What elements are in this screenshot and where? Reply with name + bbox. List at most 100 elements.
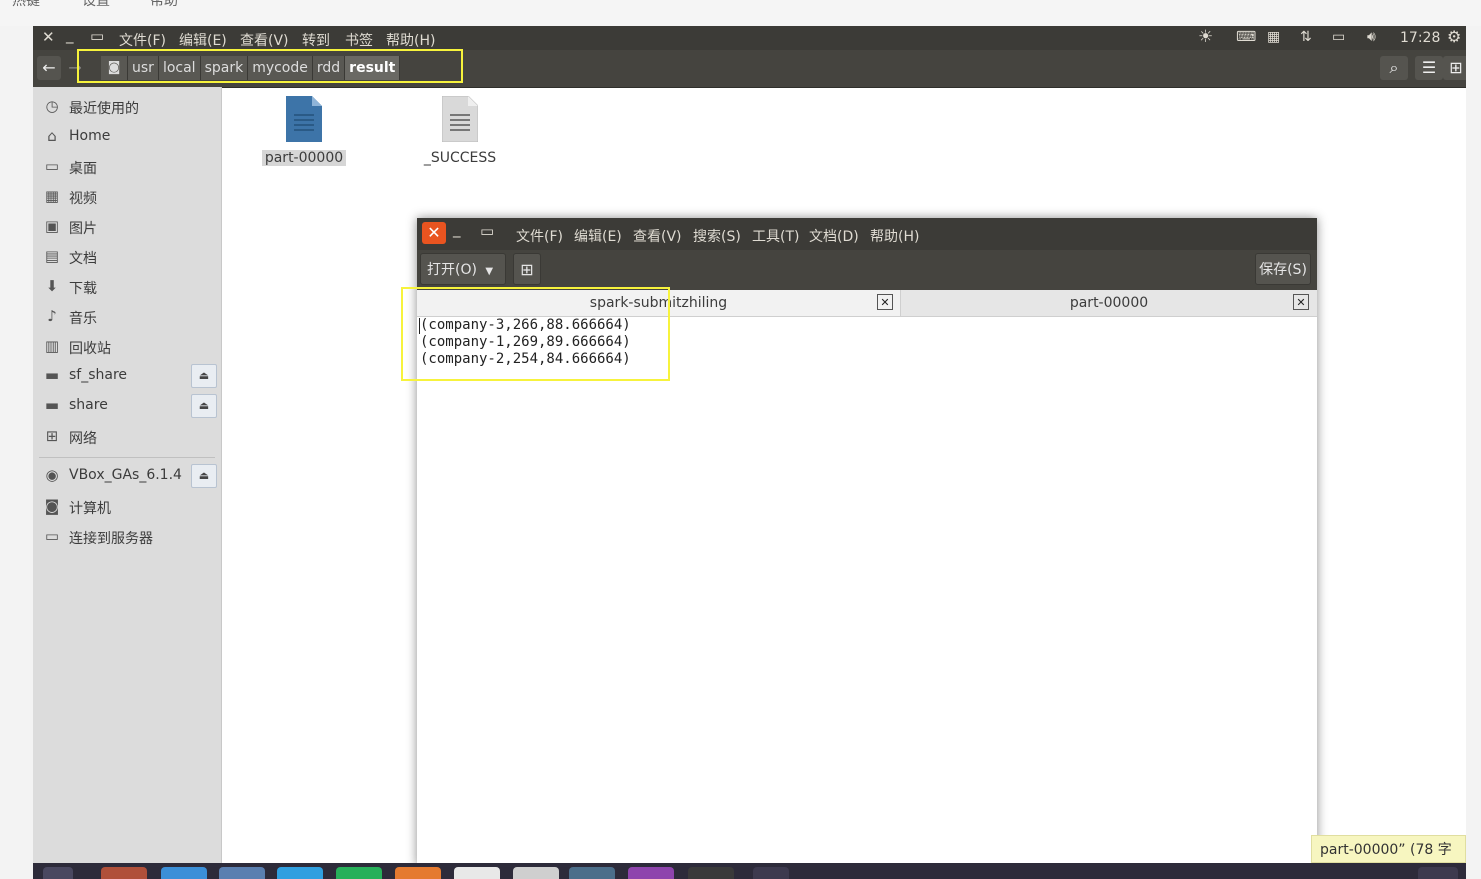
maximize-icon[interactable]: ▭ xyxy=(480,222,494,240)
clock[interactable]: 17:28 xyxy=(1400,30,1440,46)
app-icon[interactable] xyxy=(395,867,441,879)
menu-file[interactable]: 文件(F) xyxy=(119,30,166,50)
host-menu-help[interactable]: 帮助 xyxy=(150,0,178,10)
terminal-app-icon[interactable] xyxy=(688,867,734,879)
sidebar-item-music[interactable]: ♪ 音乐 xyxy=(33,305,221,331)
window-close-icon[interactable]: ✕ xyxy=(42,28,55,46)
document-icon: ▤ xyxy=(44,247,60,265)
gedit-menu-edit[interactable]: 编辑(E) xyxy=(574,226,622,246)
sidebar-item-vbox-gas[interactable]: ◉ VBox_GAs_6.1.4 ⏏ xyxy=(33,464,221,490)
window-maximize-icon[interactable]: ▭ xyxy=(90,27,104,45)
top-menu-bar: ✕ _ ▭ 文件(F) 编辑(E) 查看(V) 转到 书签 帮助(H) ☀ ⌨ … xyxy=(33,26,1466,50)
eject-icon[interactable]: ⏏ xyxy=(191,394,217,418)
new-tab-icon[interactable]: ⊞ xyxy=(513,253,541,285)
host-menu-settings[interactable]: 设置 xyxy=(82,0,110,10)
sidebar-item-home[interactable]: ⌂ Home xyxy=(33,125,221,151)
drive-icon: ▬ xyxy=(44,396,60,414)
sidebar-item-pictures[interactable]: ▣ 图片 xyxy=(33,215,221,241)
text-file-icon xyxy=(441,95,479,143)
sidebar-divider xyxy=(39,457,215,458)
search-icon[interactable]: ⌕ xyxy=(1380,56,1408,80)
launcher-icon[interactable] xyxy=(43,867,73,879)
gedit-titlebar: ✕ _ ▭ 文件(F) 编辑(E) 查看(V) 搜索(S) 工具(T) 文档(D… xyxy=(417,218,1317,250)
sidebar-item-connect-server[interactable]: ▭ 连接到服务器 xyxy=(33,525,221,551)
keyboard-icon[interactable]: ⌨ xyxy=(1236,29,1256,45)
menu-edit[interactable]: 编辑(E) xyxy=(179,30,227,50)
file-part-00000[interactable]: part-00000 xyxy=(249,96,359,166)
tab-label: part-00000 xyxy=(1069,295,1149,311)
file-success[interactable]: _SUCCESS xyxy=(405,95,515,166)
sidebar-item-label: 最近使用的 xyxy=(69,101,139,117)
gedit-menu-tools[interactable]: 工具(T) xyxy=(752,226,799,246)
app-icon[interactable] xyxy=(336,867,382,879)
sidebar-item-documents[interactable]: ▤ 文档 xyxy=(33,245,221,271)
gedit-menu-help[interactable]: 帮助(H) xyxy=(870,226,919,246)
gedit-menu-search[interactable]: 搜索(S) xyxy=(693,226,741,246)
app-icon[interactable] xyxy=(569,867,615,879)
sidebar-item-label: 回收站 xyxy=(69,341,111,357)
open-button[interactable]: 打开(O) ▼ xyxy=(420,253,506,285)
weather-icon[interactable]: ☀ xyxy=(1198,27,1213,47)
app-icon[interactable] xyxy=(513,867,559,879)
gedit-menu-file[interactable]: 文件(F) xyxy=(516,226,563,246)
sidebar-item-trash[interactable]: ▥ 回收站 xyxy=(33,335,221,361)
sidebar-item-share[interactable]: ▬ share ⏏ xyxy=(33,394,221,420)
sidebar-item-label: VBox_GAs_6.1.4 xyxy=(69,467,182,483)
battery-icon[interactable]: ▭ xyxy=(1332,29,1345,45)
sidebar-item-label: 网络 xyxy=(69,431,97,447)
minimize-icon[interactable]: _ xyxy=(453,220,461,238)
app-icon[interactable] xyxy=(161,867,207,879)
sidebar-item-desktop[interactable]: ▭ 桌面 xyxy=(33,155,221,181)
sidebar-item-network[interactable]: ⊞ 网络 xyxy=(33,425,221,451)
app-icon[interactable] xyxy=(1418,867,1458,879)
menu-bookmarks[interactable]: 书签 xyxy=(345,30,373,50)
text-editor[interactable]: (company-3,266,88.666664) (company-1,269… xyxy=(417,317,1317,866)
sidebar-item-videos[interactable]: ▦ 视频 xyxy=(33,185,221,211)
calendar-icon[interactable]: ▦ xyxy=(1267,29,1280,45)
files-app-icon[interactable] xyxy=(101,867,147,879)
tab-close-icon[interactable]: ✕ xyxy=(877,294,893,310)
desktop-icon: ▭ xyxy=(44,157,60,175)
download-icon: ⬇ xyxy=(45,277,59,295)
window-minimize-icon[interactable]: _ xyxy=(66,26,74,44)
sidebar-item-label: 桌面 xyxy=(69,161,97,177)
home-icon: ⌂ xyxy=(47,127,57,145)
tab-close-icon[interactable]: ✕ xyxy=(1293,294,1309,310)
drive-icon: ▬ xyxy=(44,366,60,384)
file-name: _SUCCESS xyxy=(423,150,497,166)
sidebar-item-sf-share[interactable]: ▬ sf_share ⏏ xyxy=(33,364,221,390)
picture-icon: ▣ xyxy=(44,217,60,235)
sidebar-item-label: Home xyxy=(69,128,111,144)
app-icon[interactable] xyxy=(454,867,500,879)
network-icon: ⊞ xyxy=(45,427,59,445)
volume-icon[interactable]: 🔊︎ xyxy=(1367,29,1376,45)
app-icon[interactable] xyxy=(219,867,265,879)
menu-help[interactable]: 帮助(H) xyxy=(386,30,435,50)
eject-icon[interactable]: ⏏ xyxy=(191,464,217,488)
network-arrows-icon[interactable]: ⇅ xyxy=(1300,29,1312,45)
sidebar-item-downloads[interactable]: ⬇ 下载 xyxy=(33,275,221,301)
power-gear-icon[interactable]: ⚙ xyxy=(1447,27,1461,46)
gedit-menu-view[interactable]: 查看(V) xyxy=(633,226,682,246)
tab-part-00000[interactable]: part-00000 xyxy=(901,290,1317,316)
gedit-menu-documents[interactable]: 文档(D) xyxy=(809,226,859,246)
trash-icon: ▥ xyxy=(44,337,60,355)
sidebar-item-label: 音乐 xyxy=(69,311,97,327)
menu-goto[interactable]: 转到 xyxy=(302,30,330,50)
app-icon[interactable] xyxy=(277,867,323,879)
host-menu-hotkeys[interactable]: 热键 xyxy=(12,0,40,10)
vm-screen: ✕ _ ▭ 文件(F) 编辑(E) 查看(V) 转到 书签 帮助(H) ☀ ⌨ … xyxy=(33,26,1466,879)
save-button[interactable]: 保存(S) xyxy=(1255,253,1311,285)
list-view-icon[interactable]: ☰ xyxy=(1415,56,1443,80)
eject-icon[interactable]: ⏏ xyxy=(191,364,217,388)
close-icon[interactable]: ✕ xyxy=(422,222,446,244)
video-icon: ▦ xyxy=(44,187,60,205)
app-icon[interactable] xyxy=(753,867,789,879)
sidebar-item-computer[interactable]: ◙ 计算机 xyxy=(33,495,221,521)
status-tooltip: part-00000” (78 字节) xyxy=(1311,835,1466,879)
sidebar-item-recent[interactable]: ◷ 最近使用的 xyxy=(33,95,221,121)
app-icon[interactable] xyxy=(628,867,674,879)
grid-view-icon[interactable]: ⊞ xyxy=(1443,56,1466,80)
menu-view[interactable]: 查看(V) xyxy=(240,30,289,50)
back-button[interactable]: ← xyxy=(37,56,61,80)
